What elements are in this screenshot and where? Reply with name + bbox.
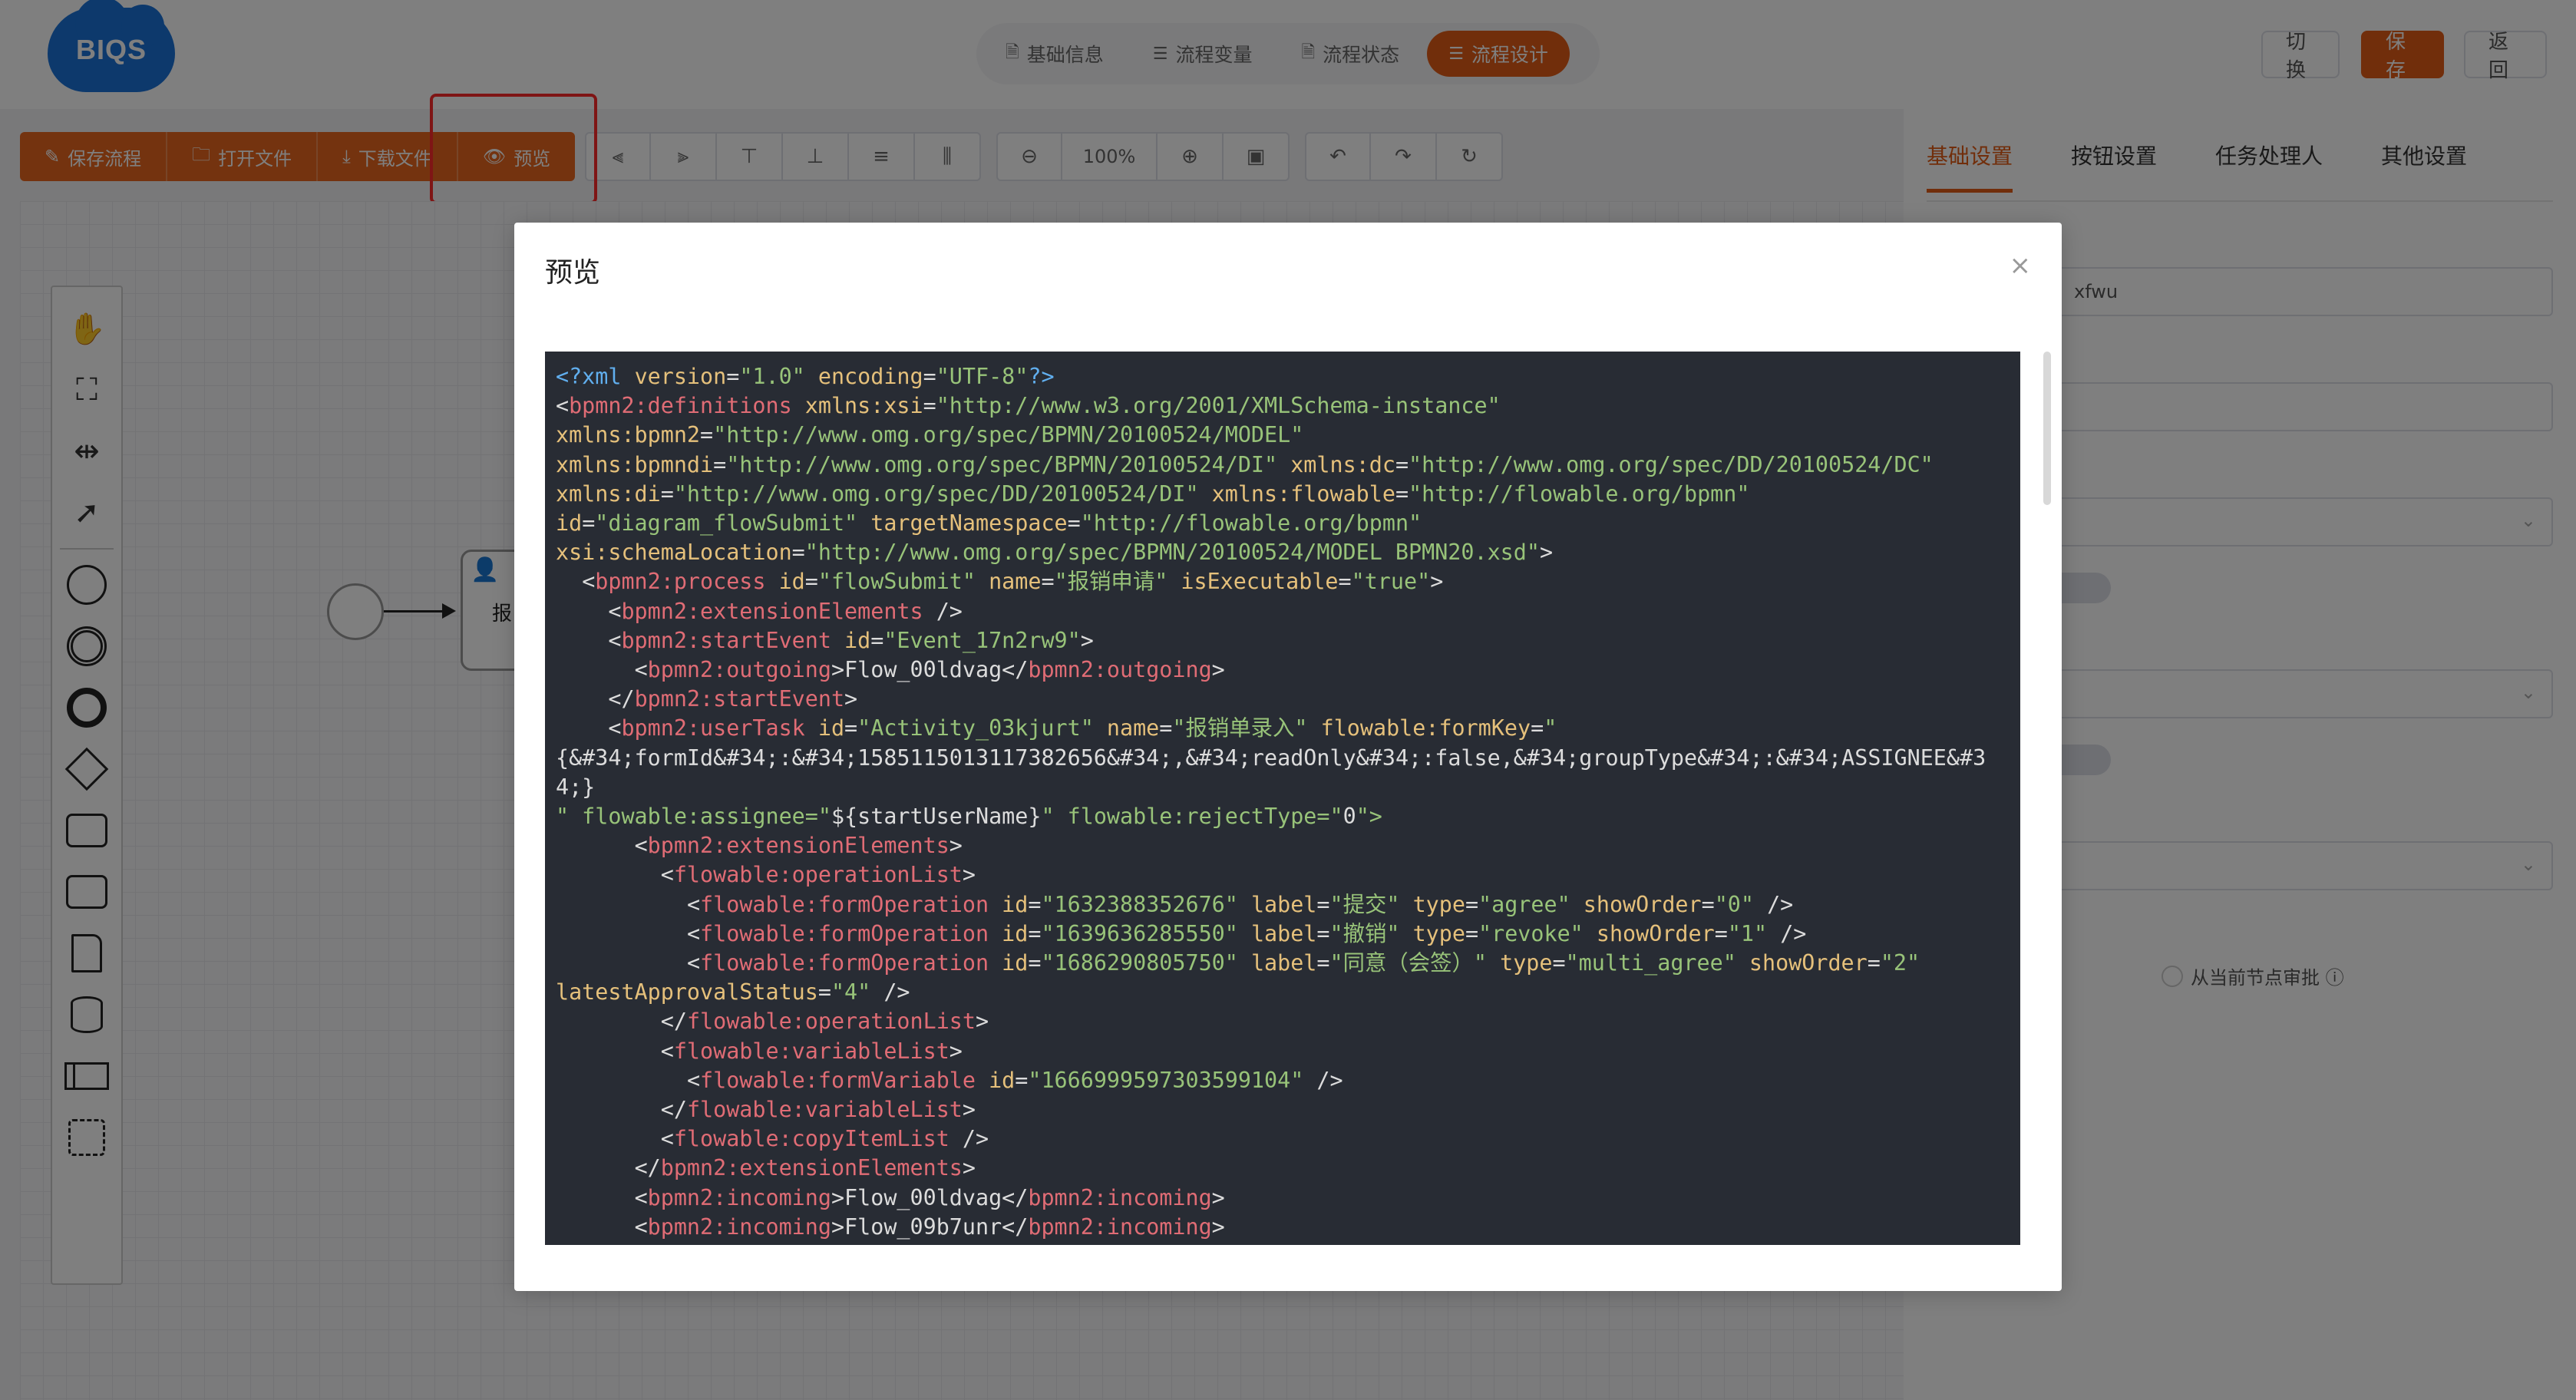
scrollbar-thumb[interactable] [2043,352,2051,505]
code-line: " flowable:assignee="${startUserName}" f… [556,804,1382,830]
code-line: xsi:schemaLocation="http://www.omg.org/s… [556,540,1554,566]
code-line: xmlns:bpmndi="http://www.omg.org/spec/BP… [556,451,1934,477]
code-line: <bpmn2:userTask id="Activity_03kjurt" na… [608,715,1557,741]
code-line: latestApprovalStatus="4" /> [556,979,910,1005]
preview-dialog: 预览 × <?xml version="1.0" encoding="UTF-8… [514,223,2062,1291]
code-line: <flowable:formOperation id="168629080575… [686,950,1920,976]
code-line: <?xml version="1.0" encoding="UTF-8"?> [556,364,1055,389]
code-line: <flowable:formOperation id="163963628555… [686,920,1807,946]
code-line: xmlns:di="http://www.omg.org/spec/DD/201… [556,480,1750,507]
code-line: <flowable:formVariable id="1666999597303… [686,1067,1343,1093]
code-line: {&#34;formId&#34;:&#34;15851150131173826… [556,745,1986,800]
code-line: <bpmn2:startEvent id="Event_17n2rw9"> [608,627,1094,653]
code-line: <flowable:variableList> [660,1038,963,1064]
code-line: <bpmn2:extensionElements> [634,833,963,859]
code-line: </flowable:operationList> [660,1009,989,1035]
code-line: <flowable:formOperation id="163238835267… [686,891,1794,917]
code-line: <bpmn2:incoming>Flow_09b7unr</bpmn2:inco… [634,1213,1225,1240]
code-line: </bpmn2:startEvent> [608,686,858,712]
dialog-title: 预览 [545,257,601,289]
code-line: <bpmn2:outgoing>Flow_0x9dx2t</bpmn2:outg… [556,1242,2010,1245]
code-line: <bpmn2:process id="flowSubmit" name="报销申… [582,569,1444,595]
close-icon[interactable]: × [2010,250,2032,281]
code-line: </bpmn2:extensionElements> [634,1155,976,1181]
code-line: <flowable:copyItemList /> [660,1126,989,1152]
code-line: xmlns:bpmn2="http://www.omg.org/spec/BPM… [556,422,1304,448]
code-line: <flowable:operationList> [660,862,976,888]
code-line: id="diagram_flowSubmit" targetNamespace=… [556,510,1422,537]
code-line: <bpmn2:extensionElements /> [608,598,963,624]
xml-code-viewer[interactable]: <?xml version="1.0" encoding="UTF-8"?> <b… [545,352,2020,1245]
code-line: </flowable:variableList> [660,1097,976,1123]
code-line: <bpmn2:incoming>Flow_00ldvag</bpmn2:inco… [634,1184,1225,1210]
code-line: <bpmn2:definitions xmlns:xsi="http://www… [556,393,1501,419]
code-line: <bpmn2:outgoing>Flow_00ldvag</bpmn2:outg… [634,657,1225,683]
